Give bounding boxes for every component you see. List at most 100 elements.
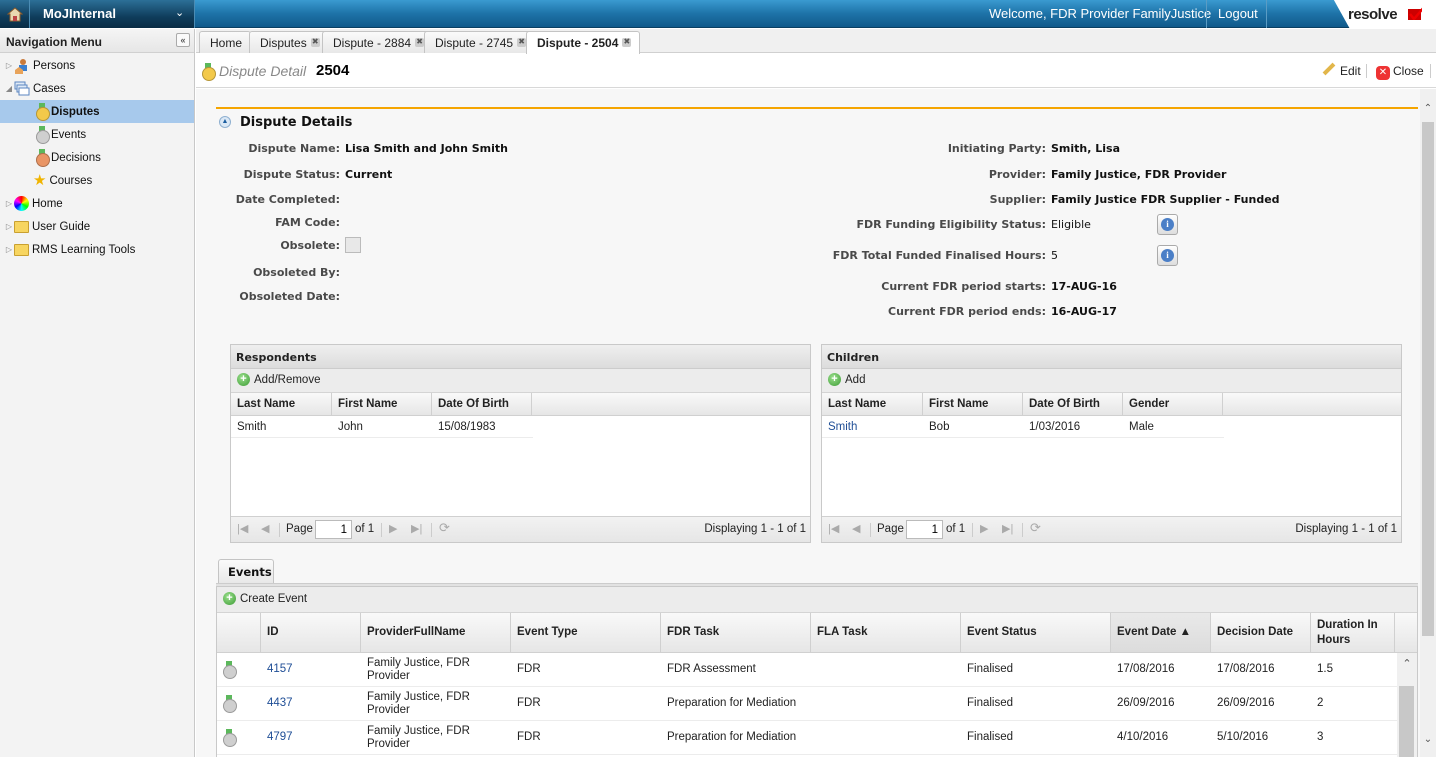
table-row[interactable]: Smith John 15/08/1983 <box>231 416 533 438</box>
events-scrollbar[interactable]: ⌃ <box>1397 653 1417 757</box>
tab-bar: Home Disputes ✖ Dispute - 2884 ✖ Dispute -… <box>196 29 1436 54</box>
sidebar-item-events[interactable]: Events <box>0 123 194 146</box>
close-tab-icon[interactable]: ✖ <box>310 38 320 47</box>
page-number-input[interactable] <box>906 520 943 539</box>
children-grid: Children + Add Last Name First Name Date … <box>821 344 1402 543</box>
initiating-party-value: Smith, Lisa <box>1051 142 1121 155</box>
events-grid: + Create Event ID ProviderFullName Event … <box>216 586 1418 757</box>
decision-medal-icon <box>36 149 50 167</box>
column-header-event-date-sorted[interactable]: Event Date ▲ <box>1111 613 1211 652</box>
scrollbar-thumb[interactable] <box>1399 686 1414 757</box>
column-header-decision-date[interactable]: Decision Date <box>1211 613 1311 652</box>
column-header[interactable]: Date Of Birth <box>432 393 532 415</box>
next-page-icon[interactable]: ▶ <box>389 522 397 535</box>
sidebar-item-user-guide[interactable]: ▷ User Guide <box>0 215 194 238</box>
grid-header: Last Name First Name Date Of Birth <box>231 393 810 416</box>
funded-hours-info-button[interactable]: i <box>1157 245 1178 266</box>
event-id-link[interactable]: 4797 <box>261 721 361 754</box>
sidebar-item-persons[interactable]: ▷ Persons <box>0 54 194 77</box>
column-header-event-status[interactable]: Event Status <box>961 613 1111 652</box>
table-row[interactable]: 4157 Family Justice, FDR Provider FDR FD… <box>217 653 1417 687</box>
scrollbar-thumb[interactable] <box>1422 122 1434 636</box>
last-page-icon[interactable]: ▶| <box>1002 522 1013 535</box>
divider <box>431 523 432 537</box>
sidebar-item-home[interactable]: ▷ Home <box>0 192 194 215</box>
sidebar-item-cases[interactable]: ◢ Cases <box>0 77 194 100</box>
close-tab-icon[interactable]: ✖ <box>622 38 632 47</box>
next-page-icon[interactable]: ▶ <box>980 522 988 535</box>
column-header-provider[interactable]: ProviderFullName <box>361 613 511 652</box>
table-row[interactable]: 4797 Family Justice, FDR Provider FDR Pr… <box>217 721 1417 755</box>
refresh-icon[interactable]: ⟳ <box>1030 520 1041 536</box>
close-button[interactable]: ✕ Close <box>1376 64 1424 80</box>
cell-decision-date: 26/09/2016 <box>1217 697 1275 709</box>
refresh-icon[interactable]: ⟳ <box>439 520 450 536</box>
sidebar-item-label: Disputes <box>51 105 100 118</box>
logout-button[interactable]: Logout <box>1218 6 1258 21</box>
collapse-section-icon[interactable]: ▲ <box>219 116 231 128</box>
obsolete-checkbox[interactable] <box>345 237 361 253</box>
field-label: Current FDR period ends: <box>888 305 1046 318</box>
navigation-sidebar: Navigation Menu « ▷ Persons ◢ Cases Disp… <box>0 29 195 757</box>
funding-eligibility-info-button[interactable]: i <box>1157 214 1178 235</box>
tab-events[interactable]: Events <box>218 559 274 583</box>
sidebar-item-disputes[interactable]: Disputes <box>0 100 194 123</box>
column-header-fla-task[interactable]: FLA Task <box>811 613 961 652</box>
column-header-duration[interactable]: Duration In Hours <box>1311 613 1395 652</box>
sidebar-item-courses[interactable]: ★ Courses <box>0 169 194 192</box>
event-medal-icon <box>223 729 237 747</box>
app-switcher[interactable]: MoJInternal ⌄ <box>0 0 195 28</box>
event-id-link[interactable]: 4437 <box>261 687 361 720</box>
grid-toolbar: + Add/Remove <box>231 369 810 393</box>
first-page-icon[interactable]: |◀ <box>237 522 248 535</box>
add-remove-respondent-button[interactable]: + Add/Remove <box>237 373 320 386</box>
tab-dispute-2745[interactable]: Dispute - 2745 ✖ <box>424 31 536 53</box>
column-header-id[interactable]: ID <box>261 613 361 652</box>
column-header[interactable]: Gender <box>1123 393 1223 415</box>
expand-arrow-icon[interactable]: ▷ <box>4 61 14 70</box>
tab-dispute-2884[interactable]: Dispute - 2884 ✖ <box>322 31 434 53</box>
prev-page-icon[interactable]: ◀ <box>852 522 860 535</box>
event-id-link[interactable]: 4157 <box>261 653 361 686</box>
expand-arrow-icon[interactable]: ▷ <box>4 222 14 231</box>
column-header[interactable]: Date Of Birth <box>1023 393 1123 415</box>
tab-dispute-2504[interactable]: Dispute - 2504 ✖ <box>526 31 641 54</box>
prev-page-icon[interactable]: ◀ <box>261 522 269 535</box>
column-header[interactable]: First Name <box>923 393 1023 415</box>
first-page-icon[interactable]: |◀ <box>828 522 839 535</box>
sidebar-item-decisions[interactable]: Decisions <box>0 146 194 169</box>
divider <box>381 523 382 537</box>
edit-button[interactable]: Edit <box>1322 62 1361 78</box>
column-header[interactable]: Last Name <box>231 393 332 415</box>
sidebar-item-rms-learning-tools[interactable]: ▷ RMS Learning Tools <box>0 238 194 261</box>
close-tab-icon[interactable]: ✖ <box>415 38 425 47</box>
collapse-arrow-icon[interactable]: ◢ <box>4 84 14 93</box>
create-event-button[interactable]: + Create Event <box>223 592 307 605</box>
close-tab-icon[interactable]: ✖ <box>517 38 527 47</box>
color-wheel-icon <box>14 196 29 211</box>
column-header-fdr-task[interactable]: FDR Task <box>661 613 811 652</box>
add-child-button[interactable]: + Add <box>828 373 865 386</box>
collapse-sidebar-button[interactable]: « <box>176 33 190 47</box>
expand-arrow-icon[interactable]: ▷ <box>4 199 14 208</box>
expand-arrow-icon[interactable]: ▷ <box>4 245 14 254</box>
scroll-up-icon[interactable]: ⌃ <box>1397 657 1417 670</box>
last-page-icon[interactable]: ▶| <box>411 522 422 535</box>
field-label: FDR Total Funded Finalised Hours: <box>832 249 1046 262</box>
add-icon: + <box>828 373 841 386</box>
scroll-up-icon[interactable]: ⌃ <box>1420 103 1436 119</box>
page-number-input[interactable] <box>315 520 352 539</box>
sidebar-item-label: Decisions <box>51 151 101 164</box>
tab-disputes[interactable]: Disputes ✖ <box>249 31 329 53</box>
column-header[interactable]: First Name <box>332 393 432 415</box>
scroll-down-icon[interactable]: ⌄ <box>1420 734 1436 750</box>
tab-home[interactable]: Home <box>199 31 252 53</box>
table-row[interactable]: 4437 Family Justice, FDR Provider FDR Pr… <box>217 687 1417 721</box>
provider-value: Family Justice, FDR Provider <box>1051 168 1227 181</box>
column-header[interactable]: Last Name <box>822 393 923 415</box>
chevron-down-icon[interactable]: ⌄ <box>175 6 184 19</box>
column-header-event-type[interactable]: Event Type <box>511 613 661 652</box>
cell-last-name-link[interactable]: Smith <box>822 416 923 437</box>
home-button[interactable] <box>0 0 30 28</box>
table-row[interactable]: Smith Bob 1/03/2016 Male <box>822 416 1224 438</box>
